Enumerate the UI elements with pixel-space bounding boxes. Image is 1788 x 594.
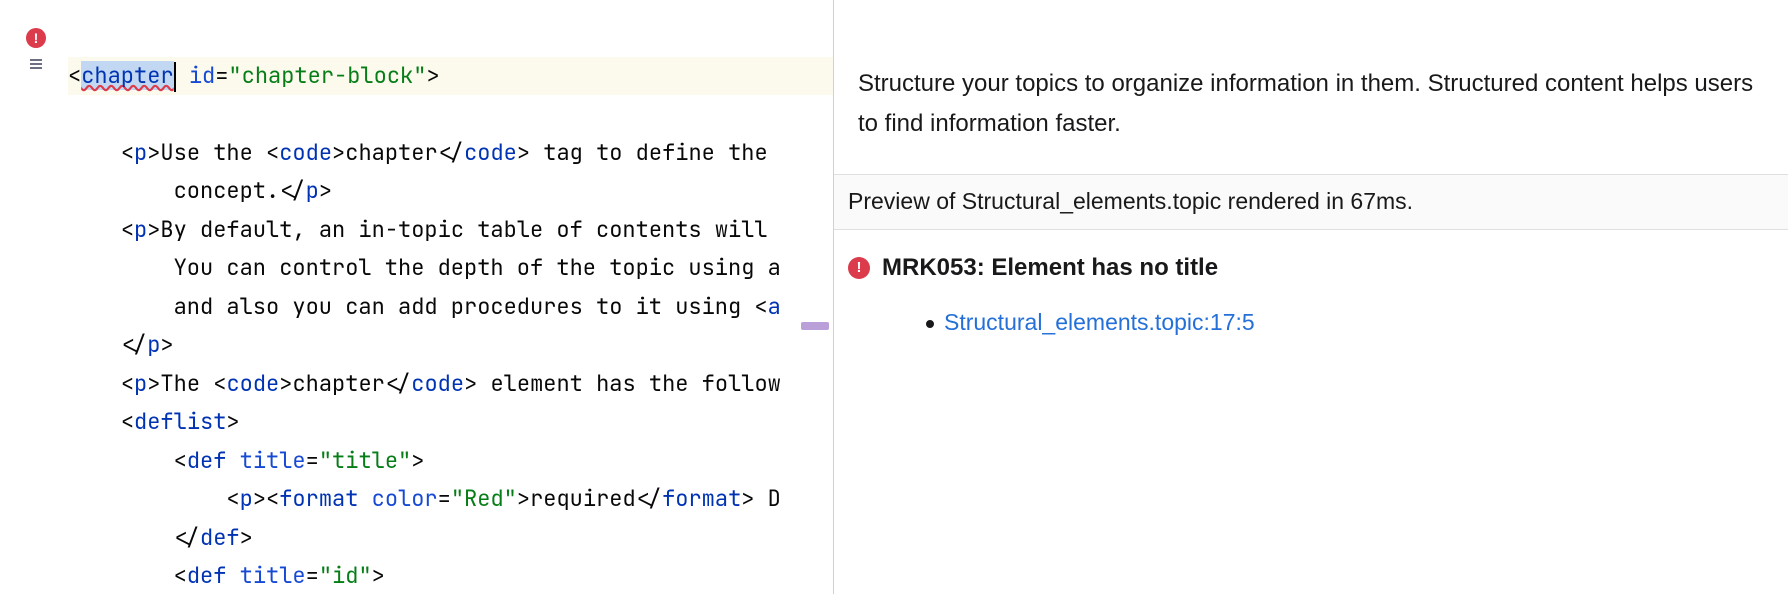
scrollbar-thumb[interactable]	[801, 322, 829, 330]
attr-id: id	[189, 61, 215, 90]
problem-item[interactable]: MRK053: Element has no title	[848, 248, 1774, 288]
tag-chapter: chapter	[81, 61, 173, 90]
problem-title: MRK053: Element has no title	[882, 248, 1218, 288]
bullet-icon	[926, 320, 934, 328]
error-icon	[848, 257, 870, 279]
attr-id-value: "chapter-block"	[228, 61, 426, 90]
preview-status: Preview of Structural_elements.topic ren…	[834, 174, 1788, 230]
preview-pane: Structure your topics to organize inform…	[834, 0, 1788, 594]
intention-bulb-icon[interactable]	[28, 56, 44, 77]
code-editor[interactable]: <chapter id="chapter-block"> <p>Use the …	[68, 0, 833, 594]
tag-bracket: >	[426, 61, 439, 90]
error-icon[interactable]	[26, 28, 46, 48]
problem-location-link[interactable]: Structural_elements.topic:17:5	[944, 309, 1255, 335]
text-cursor	[174, 62, 176, 92]
tag-bracket: <	[68, 61, 81, 90]
editor-gutter	[0, 0, 68, 594]
problems-panel: MRK053: Element has no title Structural_…	[834, 230, 1788, 360]
preview-paragraph: Structure your topics to organize inform…	[834, 0, 1788, 174]
